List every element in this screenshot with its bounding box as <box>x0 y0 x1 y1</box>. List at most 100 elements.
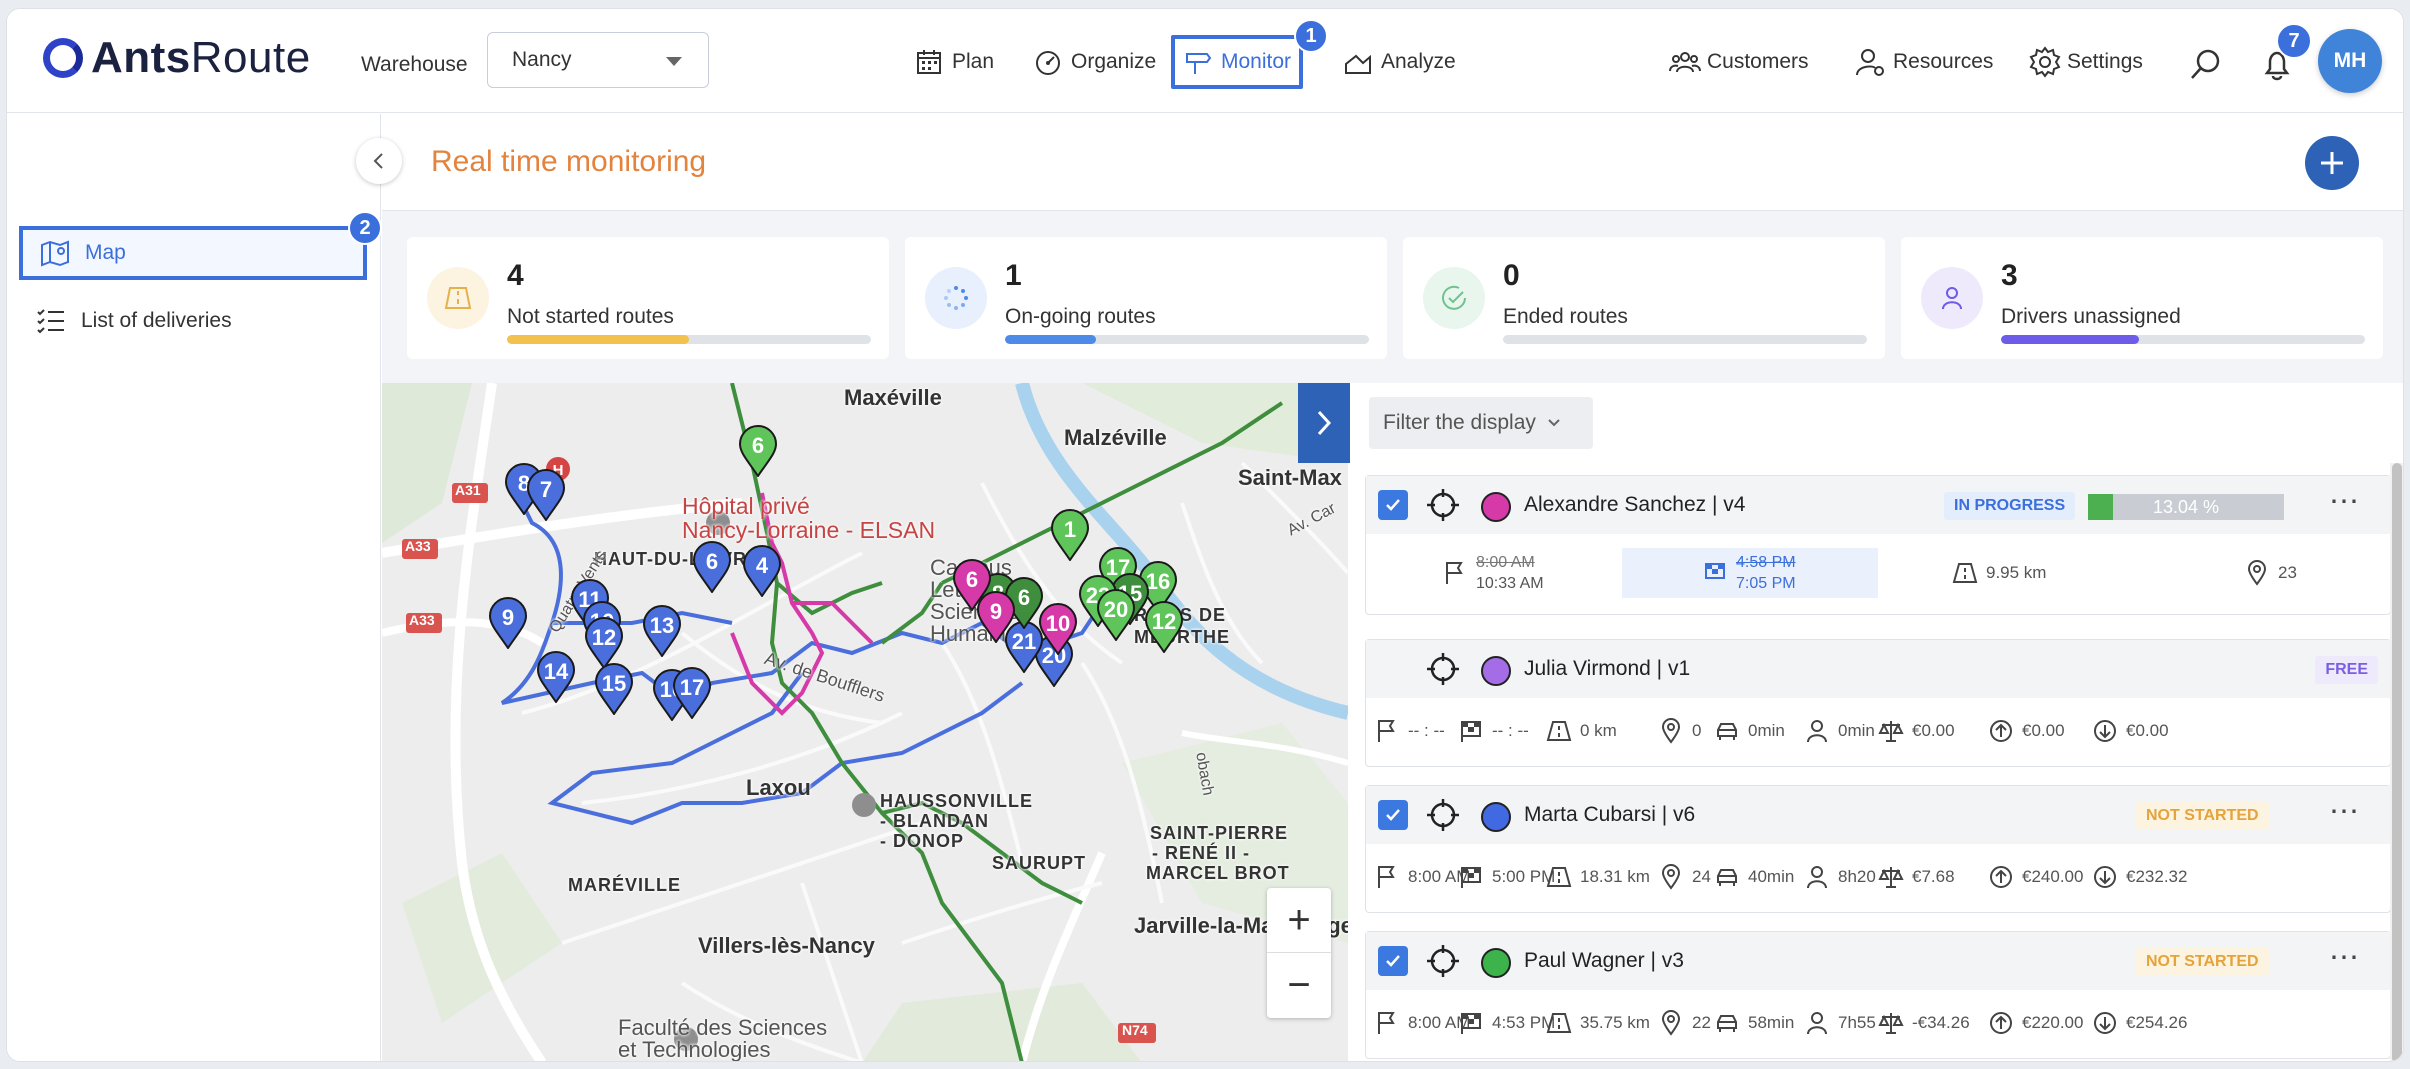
route-card-marta[interactable]: Marta Cubarsi | v6 NOT STARTED ⋯ 8:00 AM… <box>1365 785 2391 913</box>
user-avatar[interactable]: MH <box>2318 29 2382 93</box>
end-time-cell: 4:58 PM 7:05 PM <box>1622 548 1878 598</box>
marker-number: 1 <box>1063 517 1077 542</box>
stat-card-ongoing[interactable]: 1 On-going routes <box>905 237 1387 359</box>
map-marker[interactable]: 6 <box>738 425 778 478</box>
route-card-paul[interactable]: Paul Wagner | v3 NOT STARTED ⋯ 8:00 AM 4:… <box>1365 931 2391 1059</box>
route-checkbox[interactable] <box>1378 946 1408 976</box>
map-marker[interactable]: 12 <box>584 617 624 670</box>
balance-scale-icon <box>1878 721 1904 742</box>
map-marker[interactable]: 13 <box>642 605 682 658</box>
plus-icon <box>2321 152 2343 174</box>
stat-card-drivers-unassigned[interactable]: 3 Drivers unassigned <box>1901 237 2383 359</box>
map-marker[interactable]: 10 <box>1038 603 1078 656</box>
crosshair-icon[interactable] <box>1426 798 1460 832</box>
stops-cell: 24 <box>1658 864 1711 890</box>
distance-cell: 18.31 km <box>1546 864 1650 890</box>
card-icon-bg <box>925 267 987 329</box>
route-map[interactable]: H A31 A33 A33 N74 Maxéville Malzéville S… <box>382 383 1348 1061</box>
start-time-cell: -- : -- <box>1374 718 1445 744</box>
road-icon <box>1546 867 1572 887</box>
antsroute-logo[interactable]: AntsRoute <box>43 33 311 83</box>
distance-cell: 9.95 km <box>1952 560 2046 586</box>
balance-scale-icon <box>1878 867 1904 888</box>
map-marker[interactable]: 6 <box>692 541 732 594</box>
scrollbar-thumb[interactable] <box>2392 463 2402 1061</box>
arrow-down-circle-icon <box>2094 1012 2116 1034</box>
stat-card-not-started[interactable]: 4 Not started routes <box>407 237 889 359</box>
start-time-cell: 8:00 AM 10:33 AM <box>1442 552 1544 594</box>
map-marker[interactable]: 7 <box>526 469 566 522</box>
step-badge-1: 1 <box>1294 19 1328 53</box>
route-card-julia[interactable]: Julia Virmond | v1 FREE -- : -- -- : -- 0 … <box>1365 639 2391 767</box>
nav-analyze[interactable]: Analyze <box>1335 37 1464 87</box>
location-pin-icon <box>1661 1010 1681 1036</box>
nav-organize[interactable]: Organize <box>1025 37 1164 87</box>
nav-organize-label: Organize <box>1071 50 1157 73</box>
sidebar-item-deliveries[interactable]: List of deliveries <box>19 294 367 348</box>
route-checkbox[interactable] <box>1378 490 1408 520</box>
map-marker[interactable]: 9 <box>488 597 528 650</box>
nav-plan[interactable]: Plan <box>906 37 1002 87</box>
crosshair-icon[interactable] <box>1426 944 1460 978</box>
warehouse-value: Nancy <box>512 48 572 71</box>
check-icon <box>1386 499 1400 511</box>
status-badge: NOT STARTED <box>2136 802 2269 830</box>
nav-customers[interactable]: Customers <box>1669 37 1809 87</box>
route-card-alexandre[interactable]: Alexandre Sanchez | v4 IN PROGRESS 13.04… <box>1365 475 2391 615</box>
start-time-value: -- : -- <box>1408 721 1445 740</box>
more-options-icon[interactable]: ⋯ <box>2329 794 2360 829</box>
filter-display-button[interactable]: Filter the display <box>1369 397 1593 449</box>
route-driver-name: Paul Wagner | v3 <box>1524 949 1684 972</box>
search-icon[interactable] <box>2188 47 2224 83</box>
stat-card-ended[interactable]: 0 Ended routes <box>1403 237 1885 359</box>
road-icon <box>444 287 472 309</box>
user-icon <box>1942 287 1962 310</box>
route-header: Julia Virmond | v1 FREE <box>1366 640 2390 698</box>
route-checkbox[interactable] <box>1378 800 1408 830</box>
crosshair-icon[interactable] <box>1426 488 1460 522</box>
caret-down-icon <box>666 57 682 66</box>
marker-number: 9 <box>989 599 1003 624</box>
zoom-out-button[interactable]: − <box>1267 953 1331 1018</box>
end-actual: 7:05 PM <box>1736 575 1796 592</box>
nav-resources[interactable]: Resources <box>1855 37 1993 87</box>
nav-monitor[interactable]: Monitor <box>1171 35 1304 89</box>
stat-progress-bar <box>2001 335 2365 344</box>
sidebar-item-deliveries-label: List of deliveries <box>81 309 232 332</box>
sidebar-item-map[interactable]: Map <box>19 226 367 280</box>
warehouse-select[interactable]: Nancy <box>487 32 709 88</box>
more-options-icon[interactable]: ⋯ <box>2329 940 2360 975</box>
map-marker[interactable]: 20 <box>1096 589 1136 642</box>
nav-customers-label: Customers <box>1707 50 1809 73</box>
map-label-mareville: MARÉVILLE <box>568 875 682 895</box>
map-marker[interactable]: 9 <box>976 591 1016 644</box>
sidebar: Map 2 List of deliveries <box>7 114 382 1061</box>
road-shield-a33b: A33 <box>409 612 435 628</box>
map-marker[interactable]: 15 <box>594 663 634 716</box>
map-marker[interactable]: 12 <box>1144 601 1184 654</box>
distance-value: 18.31 km <box>1580 867 1650 886</box>
map-label-saint-pierre-3: MARCEL BROT <box>1146 863 1290 883</box>
collapse-sidebar-button[interactable] <box>356 138 402 184</box>
zoom-in-button[interactable]: + <box>1267 888 1331 953</box>
map-marker[interactable]: 17 <box>672 667 712 720</box>
toggle-panel-button[interactable] <box>1298 383 1350 463</box>
crosshair-icon[interactable] <box>1426 652 1460 686</box>
stat-label: Not started routes <box>507 305 674 328</box>
route-details: 8:00 AM 4:53 PM 35.75 km 22 58min 7h55 -€34.26… <box>1366 990 2390 1056</box>
marker-number: 20 <box>1103 597 1129 622</box>
nav-resources-label: Resources <box>1893 50 1994 73</box>
add-button[interactable] <box>2305 136 2359 190</box>
map-marker[interactable]: 1 <box>1050 509 1090 562</box>
more-options-icon[interactable]: ⋯ <box>2329 484 2360 519</box>
nav-settings[interactable]: Settings <box>2029 37 2143 87</box>
map-label-saint-max: Saint-Max <box>1238 465 1342 490</box>
route-color-dot <box>1481 948 1511 978</box>
map-marker[interactable]: 14 <box>536 651 576 704</box>
arrow-up-circle-icon <box>1990 720 2012 742</box>
map-marker[interactable]: 4 <box>742 545 782 598</box>
arrow-down-circle-icon <box>2094 720 2116 742</box>
road-shield-a31: A31 <box>455 482 481 498</box>
marker-number: 14 <box>543 659 569 684</box>
stops-value: 0 <box>1692 721 1702 740</box>
